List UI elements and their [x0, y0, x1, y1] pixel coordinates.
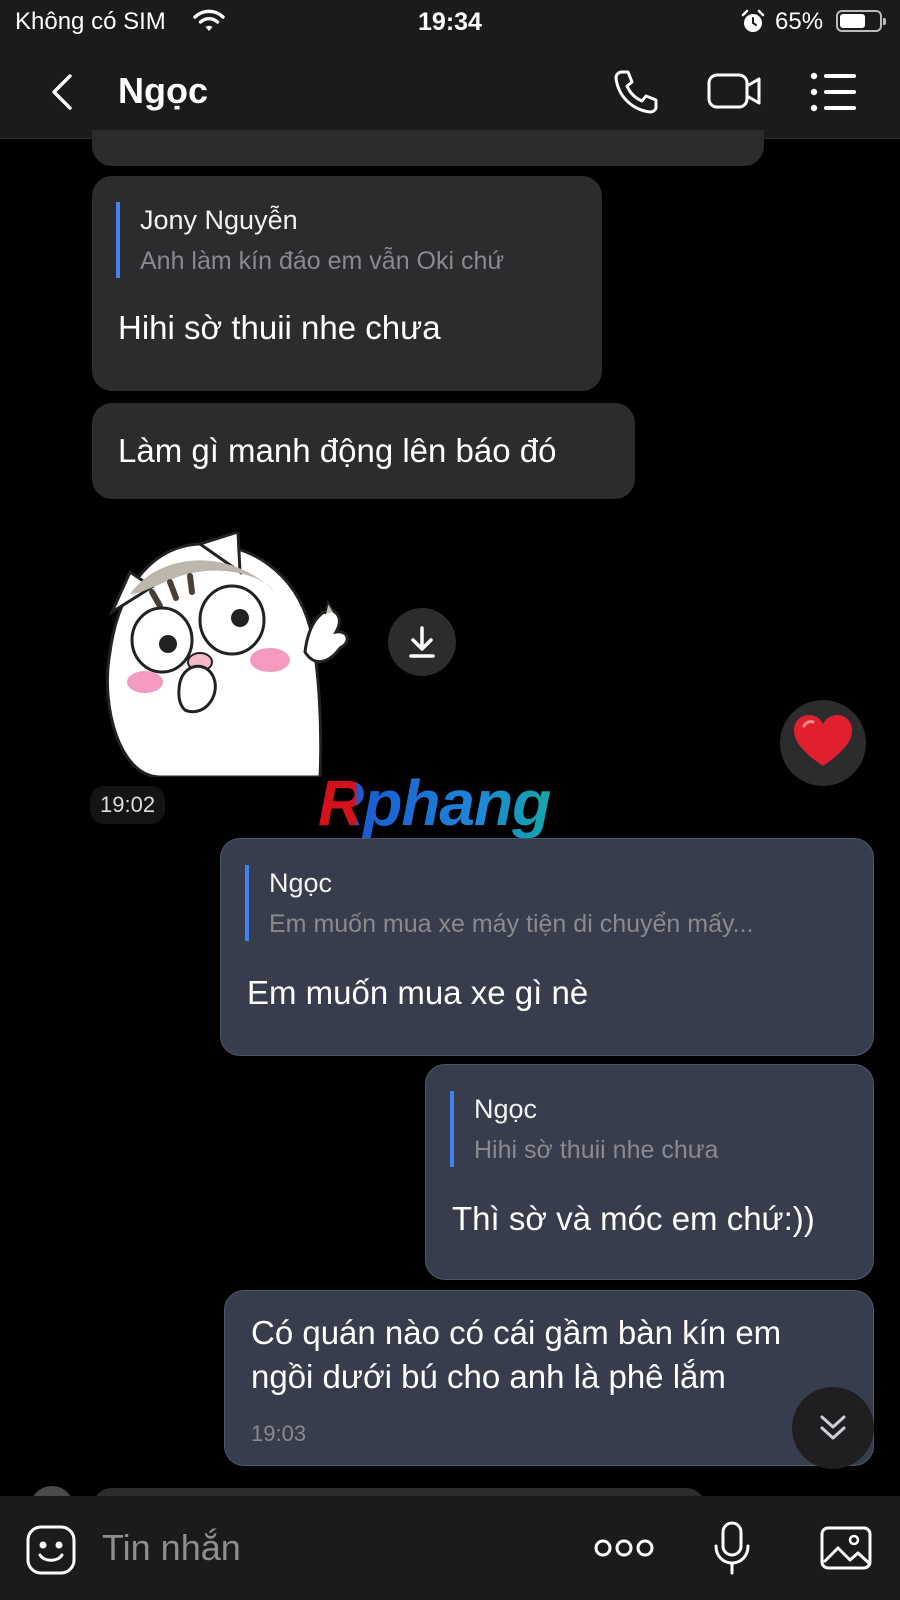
- microphone-icon[interactable]: [712, 1520, 752, 1581]
- chat-header: Ngọc: [0, 46, 900, 139]
- reply-quote[interactable]: Jony Nguyễn Anh làm kín đáo em vẫn Oki c…: [116, 202, 580, 278]
- message-input[interactable]: [100, 1520, 544, 1576]
- message-text: Làm gì manh động lên báo đó: [118, 432, 557, 469]
- message-text-line: Có quán nào có cái gầm bàn kín em: [251, 1314, 782, 1351]
- quote-text: Anh làm kín đáo em vẫn Oki chứ: [140, 247, 505, 275]
- clock: 19:34: [418, 8, 482, 36]
- chevron-left-icon[interactable]: [44, 70, 84, 114]
- message-text-line: ngồi dưới bú cho anh là phê lắm: [251, 1358, 726, 1395]
- watermark: Rphang: [318, 767, 551, 839]
- message-bubble-outgoing[interactable]: Ngọc Em muốn mua xe máy tiện di chuyển m…: [220, 838, 874, 1056]
- reply-quote[interactable]: Ngọc Em muốn mua xe máy tiện di chuyển m…: [245, 865, 849, 941]
- reply-quote[interactable]: Ngọc Hihi sờ thuii nhe chưa: [450, 1091, 854, 1167]
- message-bubble-outgoing[interactable]: Có quán nào có cái gầm bàn kín em ngồi d…: [224, 1290, 874, 1466]
- heart-icon[interactable]: [780, 700, 866, 786]
- previous-message-bubble[interactable]: [92, 130, 764, 166]
- quote-text: Hihi sờ thuii nhe chưa: [474, 1136, 719, 1164]
- emoji-icon[interactable]: [25, 1524, 77, 1581]
- message-text: Hihi sờ thuii nhe chưa: [118, 309, 441, 346]
- cat-pleading-sticker[interactable]: [90, 529, 370, 779]
- video-camera-icon[interactable]: [706, 66, 761, 118]
- message-composer: [0, 1496, 900, 1600]
- message-bubble-outgoing[interactable]: Ngọc Hihi sờ thuii nhe chưa Thì sờ và mó…: [425, 1064, 874, 1280]
- image-gallery-icon[interactable]: [818, 1522, 874, 1579]
- alarm-icon: [741, 9, 765, 40]
- quote-author: Jony Nguyễn: [140, 205, 298, 235]
- battery-icon: [836, 10, 886, 32]
- battery-percent: 65%: [775, 8, 824, 35]
- download-icon[interactable]: [388, 608, 456, 676]
- message-text: Em muốn mua xe gì nè: [247, 974, 589, 1011]
- sticker-timestamp: 19:02: [90, 786, 166, 824]
- quote-text: Em muốn mua xe máy tiện di chuyển mấy...: [269, 910, 754, 938]
- more-dots-icon[interactable]: [594, 1530, 654, 1571]
- message-bubble-incoming[interactable]: Jony Nguyễn Anh làm kín đáo em vẫn Oki c…: [92, 176, 602, 391]
- quote-author: Ngọc: [474, 1094, 538, 1124]
- phone-icon[interactable]: [608, 66, 662, 118]
- message-bubble-incoming[interactable]: Làm gì manh động lên báo đó: [92, 403, 635, 499]
- status-bar: Không có SIM 19:34 65%: [0, 0, 900, 46]
- double-chevron-down-icon[interactable]: [792, 1387, 874, 1469]
- message-timestamp: 19:03: [251, 1421, 307, 1446]
- quote-author: Ngọc: [269, 868, 333, 898]
- message-text: Thì sờ và móc em chứ:)): [452, 1200, 815, 1237]
- contact-name[interactable]: Ngọc: [118, 70, 208, 112]
- list-menu-icon[interactable]: [808, 66, 862, 118]
